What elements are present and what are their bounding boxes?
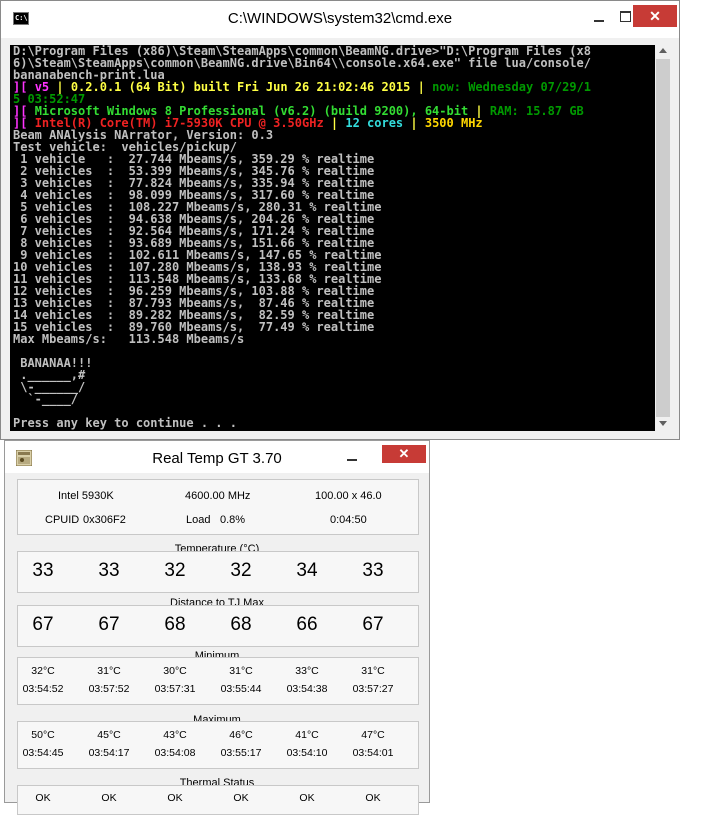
cmd-titlebar[interactable]: C:\ C:\WINDOWS\system32\cmd.exe ✕ (1, 1, 679, 38)
max-time-core-3: 03:55:17 (220, 747, 262, 759)
console-segment: | (410, 80, 433, 94)
distance-core-3: 68 (230, 614, 252, 635)
console-line: BANANAA!!! (13, 357, 655, 369)
console-line: .______,# (13, 369, 655, 381)
distance-core-2: 68 (164, 614, 186, 635)
min-time-core-0: 03:54:52 (22, 683, 64, 695)
console-segment: `-____/ (13, 392, 79, 406)
max-time-core-1: 03:54:17 (88, 747, 130, 759)
cpu-multiplier: 100.00 x 46.0 (315, 490, 382, 502)
cpu-frequency: 4600.00 MHz (185, 490, 251, 502)
max-temp-core-2: 43°C (163, 729, 187, 741)
thermal-status-core-0: OK (35, 792, 51, 804)
scrollbar-thumb[interactable] (656, 59, 670, 417)
close-button[interactable]: ✕ (382, 445, 426, 463)
temperature-core-0: 33 (32, 560, 54, 581)
temperature-panel: 33 33 32 32 34 33 (17, 551, 419, 593)
minimum-panel: 32°C 31°C 30°C 31°C 33°C 31°C 03:54:52 03:57:52… (17, 657, 419, 705)
console-segment: Max Mbeams/s: 113.548 Mbeams/s (13, 332, 245, 346)
console-output[interactable]: D:\Program Files (x86)\Steam\SteamApps\c… (10, 45, 655, 431)
scroll-down-arrow-icon[interactable] (659, 421, 667, 426)
min-time-core-1: 03:57:52 (88, 683, 130, 695)
console-line: \-______/ (13, 381, 655, 393)
distance-core-1: 67 (98, 614, 120, 635)
min-temp-core-4: 33°C (295, 665, 319, 677)
console-line: Press any key to continue . . . (13, 417, 655, 429)
max-time-core-5: 03:54:01 (352, 747, 394, 759)
max-temp-core-1: 45°C (97, 729, 121, 741)
minimize-button[interactable] (341, 447, 361, 463)
realtemp-window-title: Real Temp GT 3.70 (152, 450, 282, 467)
cpu-info-panel: Intel 5930K 4600.00 MHz 100.00 x 46.0 CP… (17, 479, 419, 535)
temperature-core-5: 33 (362, 560, 384, 581)
temperature-core-3: 32 (230, 560, 252, 581)
min-time-core-2: 03:57:31 (154, 683, 196, 695)
min-time-core-5: 03:57:27 (352, 683, 394, 695)
thermal-status-core-2: OK (167, 792, 183, 804)
max-time-core-2: 03:54:08 (154, 747, 196, 759)
temperature-core-1: 33 (98, 560, 120, 581)
min-temp-core-0: 32°C (31, 665, 55, 677)
console-segment: | (323, 116, 346, 130)
min-temp-core-1: 31°C (97, 665, 121, 677)
close-button[interactable]: ✕ (633, 5, 677, 27)
max-temp-core-5: 47°C (361, 729, 385, 741)
minimize-button[interactable] (585, 8, 613, 26)
distance-core-4: 66 (296, 614, 318, 635)
thermal-status-core-1: OK (101, 792, 117, 804)
thermal-status-core-4: OK (299, 792, 315, 804)
cpuid-label: CPUID (45, 514, 80, 526)
distance-core-0: 67 (32, 614, 54, 635)
cpu-model: Intel 5930K (58, 490, 114, 502)
cpuid-value: 0x306F2 (83, 514, 126, 526)
thermal-panel: OK OK OK OK OK OK (17, 785, 419, 815)
min-temp-core-2: 30°C (163, 665, 187, 677)
vertical-scrollbar[interactable] (655, 45, 672, 431)
max-temp-core-4: 41°C (295, 729, 319, 741)
load-value: 0.8% (220, 514, 246, 526)
console-segment: 3500 MHz (424, 116, 483, 130)
console-text: D:\Program Files (x86)\Steam\SteamApps\c… (10, 45, 655, 429)
load-label: Load (186, 514, 211, 526)
console-segment: 12 cores (345, 116, 404, 130)
temperature-core-2: 32 (164, 560, 186, 581)
max-temp-core-3: 46°C (229, 729, 253, 741)
maximum-panel: 50°C 45°C 43°C 46°C 41°C 47°C 03:54:45 03:54:17… (17, 721, 419, 769)
max-time-core-4: 03:54:10 (286, 747, 328, 759)
min-time-core-4: 03:54:38 (286, 683, 328, 695)
console-segment: 0.2.0.1 (64 Bit) built Fri Jun 26 21:02:… (70, 80, 411, 94)
temperature-core-4: 34 (296, 560, 318, 581)
distance-core-5: 67 (362, 614, 384, 635)
console-segment: now: Wednesday 07/29/1 (432, 80, 592, 94)
min-temp-core-3: 31°C (229, 665, 253, 677)
uptime: 0:04:50 (330, 514, 367, 526)
min-temp-core-5: 31°C (361, 665, 385, 677)
min-time-core-3: 03:55:44 (220, 683, 262, 695)
console-segment: RAM: 15.87 GB (489, 104, 584, 118)
console-segment: Press any key to continue . . . (13, 416, 237, 430)
cmd-window-title: C:\WINDOWS\system32\cmd.exe (227, 10, 453, 27)
console-segment: | (403, 116, 425, 130)
thermal-status-core-3: OK (233, 792, 249, 804)
cmd-window: C:\ C:\WINDOWS\system32\cmd.exe ✕ D:\Pro… (0, 0, 680, 440)
realtemp-titlebar[interactable]: Real Temp GT 3.70 ✕ (5, 441, 429, 473)
max-temp-core-0: 50°C (31, 729, 55, 741)
scroll-up-arrow-icon[interactable] (659, 48, 667, 53)
console-line: `-____/ (13, 393, 655, 405)
distance-panel: 67 67 68 68 66 67 (17, 605, 419, 647)
console-line: ][ v5 | 0.2.0.1 (64 Bit) built Fri Jun 2… (13, 81, 655, 93)
thermal-status-core-5: OK (365, 792, 381, 804)
realtemp-window: Real Temp GT 3.70 ✕ Intel 5930K 4600.00 … (4, 440, 430, 815)
console-line: Max Mbeams/s: 113.548 Mbeams/s (13, 333, 655, 345)
max-time-core-0: 03:54:45 (22, 747, 64, 759)
